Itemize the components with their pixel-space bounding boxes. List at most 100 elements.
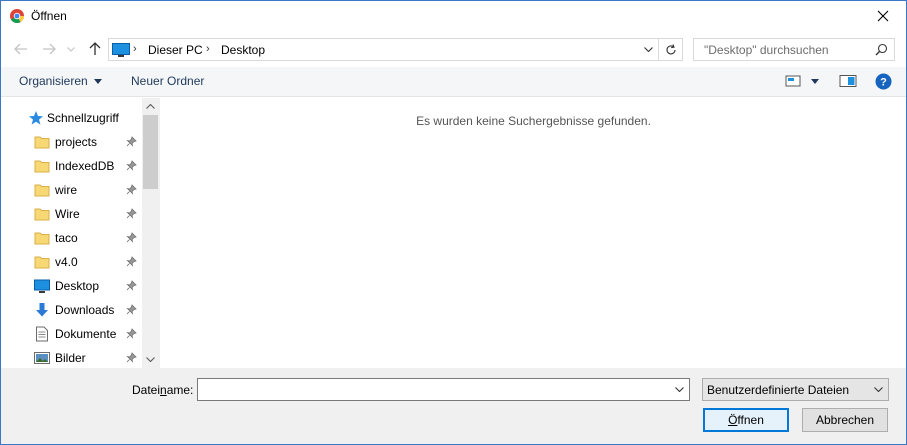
chevron-down-icon [643,47,653,52]
pin-icon[interactable] [126,280,137,291]
navigation-row: › Dieser PC › Desktop "Desktop" durchsuc… [1,31,906,67]
chevron-down-icon [674,387,684,392]
dialog-footer: Dateiname: Benutzerdefinierte Dateien Öf… [1,368,906,444]
preview-pane-button[interactable] [839,74,857,91]
title-bar: Öffnen [1,1,906,31]
pin-icon[interactable] [126,304,137,315]
scroll-thumb[interactable] [143,115,158,189]
help-button[interactable]: ? [875,73,892,93]
pin-icon[interactable] [126,184,137,195]
close-button[interactable] [860,1,906,31]
new-folder-button[interactable]: Neuer Ordner [131,74,204,88]
star-icon [29,111,43,125]
navigation-pane: Schnellzugriff projects IndexedDB wire W… [1,98,158,368]
folder-icon [34,160,50,173]
pin-icon[interactable] [126,136,137,147]
sidebar-item-label: Desktop [55,279,100,293]
file-type-select[interactable]: Benutzerdefinierte Dateien [702,378,889,401]
picture-icon [34,352,50,364]
sidebar-item-taco[interactable]: taco [1,226,142,250]
recent-locations-button[interactable] [64,39,78,59]
sidebar-item-label: Dokumente [55,327,117,341]
sidebar-item-label: projects [55,135,98,149]
command-toolbar: Organisieren Neuer Ordner ? [1,67,906,97]
refresh-button[interactable] [659,38,683,61]
sidebar-item-label: taco [55,231,78,245]
close-icon [877,10,889,22]
sidebar-item-label: v4.0 [55,255,78,269]
sidebar-item-quick-access[interactable]: Schnellzugriff [1,106,142,130]
up-button[interactable] [85,39,105,59]
filename-input[interactable] [197,378,690,401]
view-icon [785,75,819,87]
sidebar-item-pictures[interactable]: Bilder [1,346,142,370]
view-options-button[interactable] [785,74,823,91]
document-icon [36,326,48,342]
pin-icon[interactable] [126,352,137,363]
chevron-down-icon [67,46,75,52]
breadcrumb-this-pc[interactable]: Dieser PC [148,43,203,57]
search-placeholder: "Desktop" durchsuchen [704,43,829,57]
sidebar-item-label: Downloads [55,303,115,317]
folder-icon [34,136,50,149]
sidebar-item-projects[interactable]: projects [1,130,142,154]
refresh-icon [666,43,676,54]
organize-label: Organisieren [19,74,88,88]
empty-results-message: Es wurden keine Suchergebnisse gefunden. [416,114,651,128]
file-type-dropdown[interactable] [870,379,886,400]
cancel-button[interactable]: Abbrechen [802,408,888,432]
sidebar-item-documents[interactable]: Dokumente [1,322,142,346]
chrome-icon [10,9,24,23]
folder-icon [34,256,50,269]
sidebar-item-wire[interactable]: wire [1,178,142,202]
pin-icon[interactable] [126,256,137,267]
up-arrow-icon [89,42,101,55]
new-folder-label: Neuer Ordner [131,74,205,88]
back-arrow-icon [14,43,27,55]
sidebar-item-label: Wire [55,207,80,221]
sidebar-item-wire-2[interactable]: Wire [1,202,142,226]
address-history-dropdown[interactable] [638,39,658,60]
sidebar-item-label: Schnellzugriff [47,111,119,125]
pin-icon[interactable] [126,208,137,219]
download-icon [36,303,48,317]
file-open-dialog: Öffnen › Dieser PC › Desktop "Desktop" d… [0,0,907,445]
pin-icon[interactable] [126,160,137,171]
search-icon [875,43,888,56]
caret-down-icon [93,78,102,84]
sidebar-item-desktop[interactable]: Desktop [1,274,142,298]
pin-icon[interactable] [126,328,137,339]
preview-pane-icon [839,75,857,87]
sidebar-item-label: IndexedDB [55,159,115,173]
sidebar-item-downloads[interactable]: Downloads [1,298,142,322]
chevron-up-icon [146,104,155,109]
folder-icon [34,232,50,245]
open-button[interactable]: Öffnen [703,408,789,432]
file-list-pane[interactable]: Es wurden keine Suchergebnisse gefunden. [159,98,906,368]
scroll-up-button[interactable] [142,98,159,115]
breadcrumb-desktop[interactable]: Desktop [221,43,265,57]
address-bar[interactable]: › Dieser PC › Desktop [108,38,659,61]
chevron-down-icon [873,387,883,392]
organize-menu-button[interactable]: Organisieren [19,74,102,88]
search-input[interactable]: "Desktop" durchsuchen [693,38,895,61]
back-button[interactable] [11,39,31,59]
window-title: Öffnen [31,9,67,23]
sidebar-item-label: wire [55,183,78,197]
computer-icon [112,43,130,57]
sidebar-scrollbar[interactable] [142,98,159,368]
desktop-icon [34,279,50,293]
breadcrumb-separator-icon: › [206,43,210,55]
chevron-down-icon [146,357,155,362]
forward-button[interactable] [39,39,59,59]
scroll-down-button[interactable] [142,351,159,368]
sidebar-item-indexeddb[interactable]: IndexedDB [1,154,142,178]
file-type-value: Benutzerdefinierte Dateien [707,383,850,397]
folder-icon [34,208,50,221]
filename-history-dropdown[interactable] [669,379,689,400]
pin-icon[interactable] [126,232,137,243]
sidebar-item-v4[interactable]: v4.0 [1,250,142,274]
folder-icon [34,184,50,197]
sidebar-item-label: Bilder [55,351,86,365]
svg-text:?: ? [880,77,887,89]
